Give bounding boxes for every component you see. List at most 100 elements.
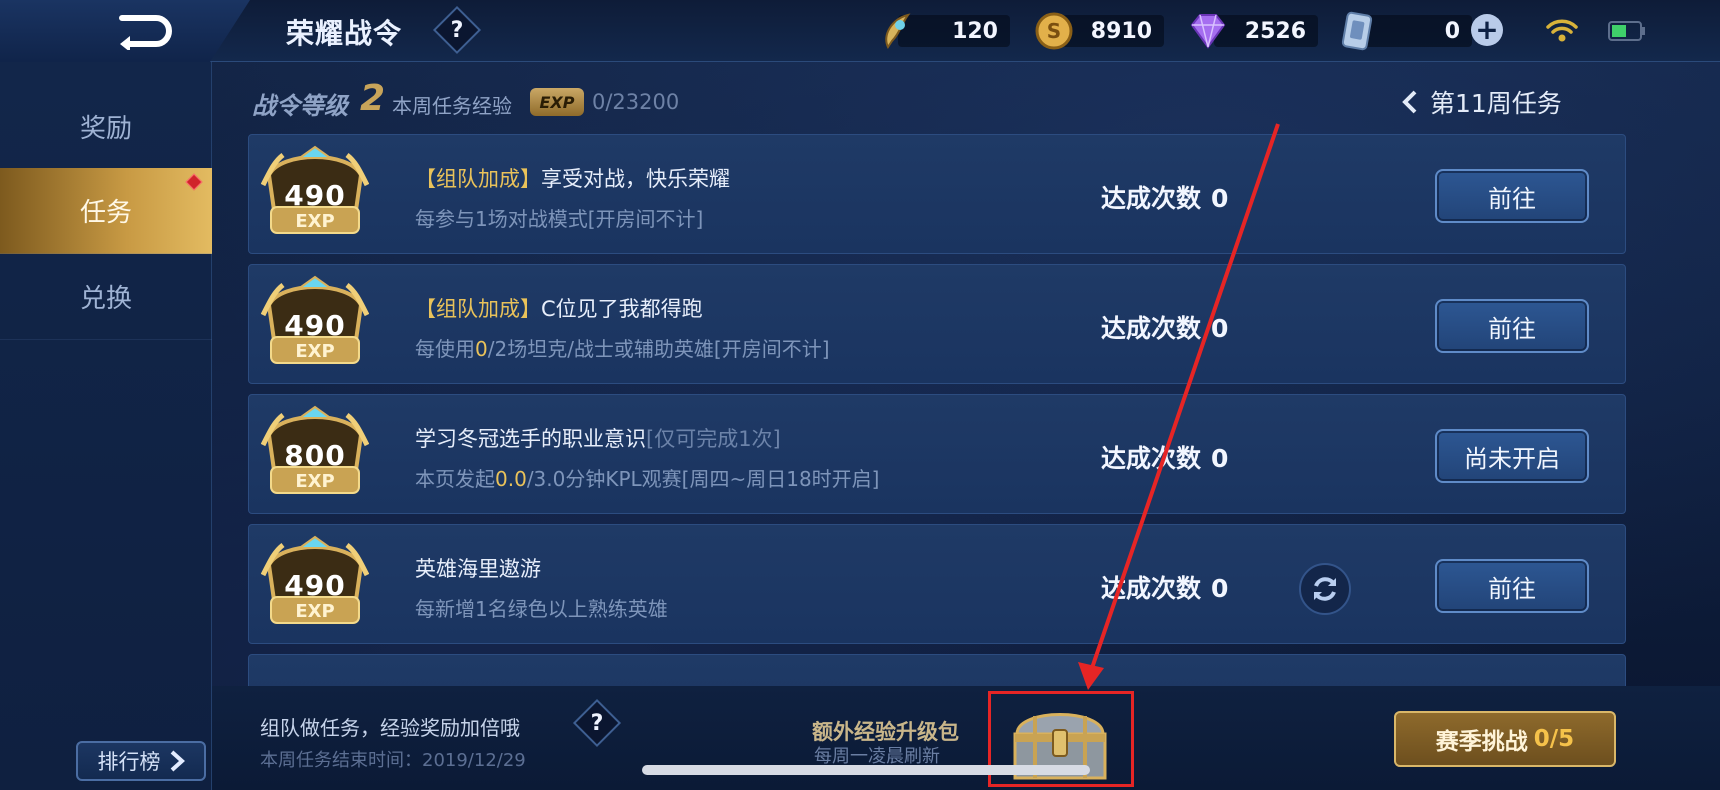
exp-badge-icon: EXP bbox=[530, 88, 584, 116]
battery-icon bbox=[1608, 21, 1645, 41]
notification-dot-icon bbox=[185, 173, 203, 191]
count-value: 0 bbox=[1211, 444, 1229, 473]
currency-diamond: 2526 bbox=[1188, 11, 1318, 51]
task-title: 【组队加成】享受对战，快乐荣耀 bbox=[415, 163, 730, 193]
add-currency-button[interactable]: + bbox=[1471, 14, 1503, 46]
completion-count: 达成次数 0 bbox=[1101, 569, 1228, 605]
task-title-text: 英雄海里遨游 bbox=[415, 557, 541, 581]
sidebar-item-label: 任务 bbox=[79, 198, 132, 228]
task-desc-progress: 0.0 bbox=[495, 467, 527, 491]
currency-value: 0 bbox=[1364, 15, 1472, 47]
exp-reward-badge: 490 EXP bbox=[261, 275, 369, 375]
go-button[interactable]: 前往 bbox=[1435, 169, 1589, 223]
ranking-button[interactable]: 排行榜 bbox=[76, 741, 206, 781]
task-card: 490 EXP 英雄海里遨游 每新增1名绿色以上熟练英雄 达成次数 0 前往 bbox=[248, 524, 1626, 644]
sidebar-item-exchange[interactable]: 兑换 bbox=[0, 254, 212, 340]
week-task-nav[interactable]: 第11周任务 bbox=[1402, 84, 1562, 120]
completion-count: 达成次数 0 bbox=[1101, 309, 1228, 345]
count-value: 0 bbox=[1211, 574, 1229, 603]
go-button[interactable]: 前往 bbox=[1435, 559, 1589, 613]
task-description: 每新增1名绿色以上熟练英雄 bbox=[415, 593, 668, 622]
season-label: 赛季挑战 bbox=[1435, 729, 1528, 755]
count-value: 0 bbox=[1211, 314, 1229, 343]
wifi-icon bbox=[1546, 19, 1578, 42]
sidebar-item-rewards[interactable]: 奖励 bbox=[0, 84, 212, 170]
task-desc-text: 本页发起 bbox=[415, 467, 495, 491]
top-bar: 荣耀战令 ? 120 8910 S 2526 0 + bbox=[0, 0, 1720, 62]
ticket-card-icon bbox=[1341, 11, 1373, 51]
not-open-button[interactable]: 尚未开启 bbox=[1435, 429, 1589, 483]
quill-token-icon bbox=[885, 13, 911, 49]
level-number: 2 bbox=[360, 78, 386, 119]
exp-unit: EXP bbox=[295, 341, 335, 362]
task-tag: 【组队加成】 bbox=[415, 167, 541, 191]
task-limit: [仅可完成1次] bbox=[646, 427, 781, 451]
task-desc-text: 每参与1场对战模式[开房间不计] bbox=[415, 207, 704, 231]
currency-value: 2526 bbox=[1214, 15, 1318, 47]
task-desc-text: /3.0分钟KPL观赛[周四~周日18时开启] bbox=[526, 467, 880, 491]
task-title: 英雄海里遨游 bbox=[415, 553, 541, 583]
completion-count: 达成次数 0 bbox=[1101, 439, 1228, 475]
task-card: 490 EXP 【组队加成】享受对战，快乐荣耀 每参与1场对战模式[开房间不计]… bbox=[248, 134, 1626, 254]
task-title: 【组队加成】C位见了我都得跑 bbox=[415, 293, 703, 323]
task-title-text: 享受对战，快乐荣耀 bbox=[541, 167, 730, 191]
week-exp-label: 本周任务经验 bbox=[392, 94, 512, 118]
currency-value: 120 bbox=[898, 15, 1010, 47]
task-list: 490 EXP 【组队加成】享受对战，快乐荣耀 每参与1场对战模式[开房间不计]… bbox=[248, 134, 1626, 686]
exp-value: 490 bbox=[284, 179, 346, 212]
sidebar-item-label: 兑换 bbox=[79, 284, 132, 314]
task-description: 本页发起0.0/3.0分钟KPL观赛[周四~周日18时开启] bbox=[415, 463, 880, 492]
page-title: 荣耀战令 bbox=[286, 17, 403, 50]
task-card-partial bbox=[248, 654, 1626, 686]
back-arrow-icon bbox=[119, 15, 172, 50]
team-bonus-tip: 组队做任务，经验奖励加倍哦 bbox=[260, 716, 520, 740]
count-label: 达成次数 bbox=[1101, 314, 1202, 343]
go-button[interactable]: 前往 bbox=[1435, 299, 1589, 353]
task-desc-text: /2场坦克/战士或辅助英雄[开房间不计] bbox=[487, 337, 830, 361]
currency-gold: 8910 S bbox=[1034, 11, 1164, 51]
week-task-label: 第11周任务 bbox=[1430, 89, 1562, 118]
completion-count: 达成次数 0 bbox=[1101, 179, 1228, 215]
chevron-right-icon bbox=[170, 750, 185, 772]
back-button[interactable] bbox=[0, 0, 250, 62]
chevron-left-icon bbox=[1402, 90, 1417, 114]
task-desc-text: 每使用 bbox=[415, 337, 475, 361]
gold-coin-icon: S bbox=[1035, 12, 1073, 50]
currency-quill: 120 bbox=[880, 11, 1010, 51]
task-tag: 【组队加成】 bbox=[415, 297, 541, 321]
exp-reward-badge: 490 EXP bbox=[261, 145, 369, 245]
home-indicator bbox=[642, 765, 1090, 775]
task-card: 490 EXP 【组队加成】C位见了我都得跑 每使用0/2场坦克/战士或辅助英雄… bbox=[248, 264, 1626, 384]
ranking-label: 排行榜 bbox=[97, 750, 161, 774]
task-card: 800 EXP 学习冬冠选手的职业意识[仅可完成1次] 本页发起0.0/3.0分… bbox=[248, 394, 1626, 514]
task-desc-text: 每新增1名绿色以上熟练英雄 bbox=[415, 597, 668, 621]
level-label: 战令等级 bbox=[252, 92, 348, 120]
count-label: 达成次数 bbox=[1101, 444, 1202, 473]
help-button[interactable]: ? bbox=[432, 5, 482, 55]
week-end-time: 本周任务结束时间：2019/12/29 bbox=[260, 750, 526, 771]
exp-reward-badge: 800 EXP bbox=[261, 405, 369, 505]
task-desc-progress: 0 bbox=[475, 337, 488, 361]
diamond-icon bbox=[1190, 14, 1226, 49]
season-challenge-button[interactable]: 赛季挑战 0/5 bbox=[1394, 711, 1616, 767]
task-title-text: C位见了我都得跑 bbox=[541, 297, 703, 321]
refresh-button[interactable] bbox=[1299, 563, 1351, 615]
sidebar: 奖励 任务 兑换 bbox=[0, 62, 212, 790]
refresh-icon bbox=[1314, 577, 1336, 601]
season-progress: 0/5 bbox=[1533, 726, 1575, 752]
count-value: 0 bbox=[1211, 184, 1229, 213]
currency-ticket: 0 bbox=[1341, 11, 1472, 51]
exp-value: 490 bbox=[284, 309, 346, 342]
task-description: 每参与1场对战模式[开房间不计] bbox=[415, 203, 703, 232]
exp-value: 800 bbox=[284, 439, 346, 472]
exp-reward-badge: 490 EXP bbox=[261, 535, 369, 635]
sidebar-item-tasks[interactable]: 任务 bbox=[0, 168, 212, 254]
exp-value: 490 bbox=[284, 569, 346, 602]
count-label: 达成次数 bbox=[1101, 574, 1202, 603]
week-exp-value: 0/23200 bbox=[592, 90, 680, 114]
sidebar-item-label: 奖励 bbox=[79, 114, 132, 144]
question-icon: ? bbox=[590, 710, 604, 736]
task-title-text: 学习冬冠选手的职业意识 bbox=[415, 427, 646, 451]
exp-unit: EXP bbox=[295, 211, 335, 232]
count-label: 达成次数 bbox=[1101, 184, 1202, 213]
